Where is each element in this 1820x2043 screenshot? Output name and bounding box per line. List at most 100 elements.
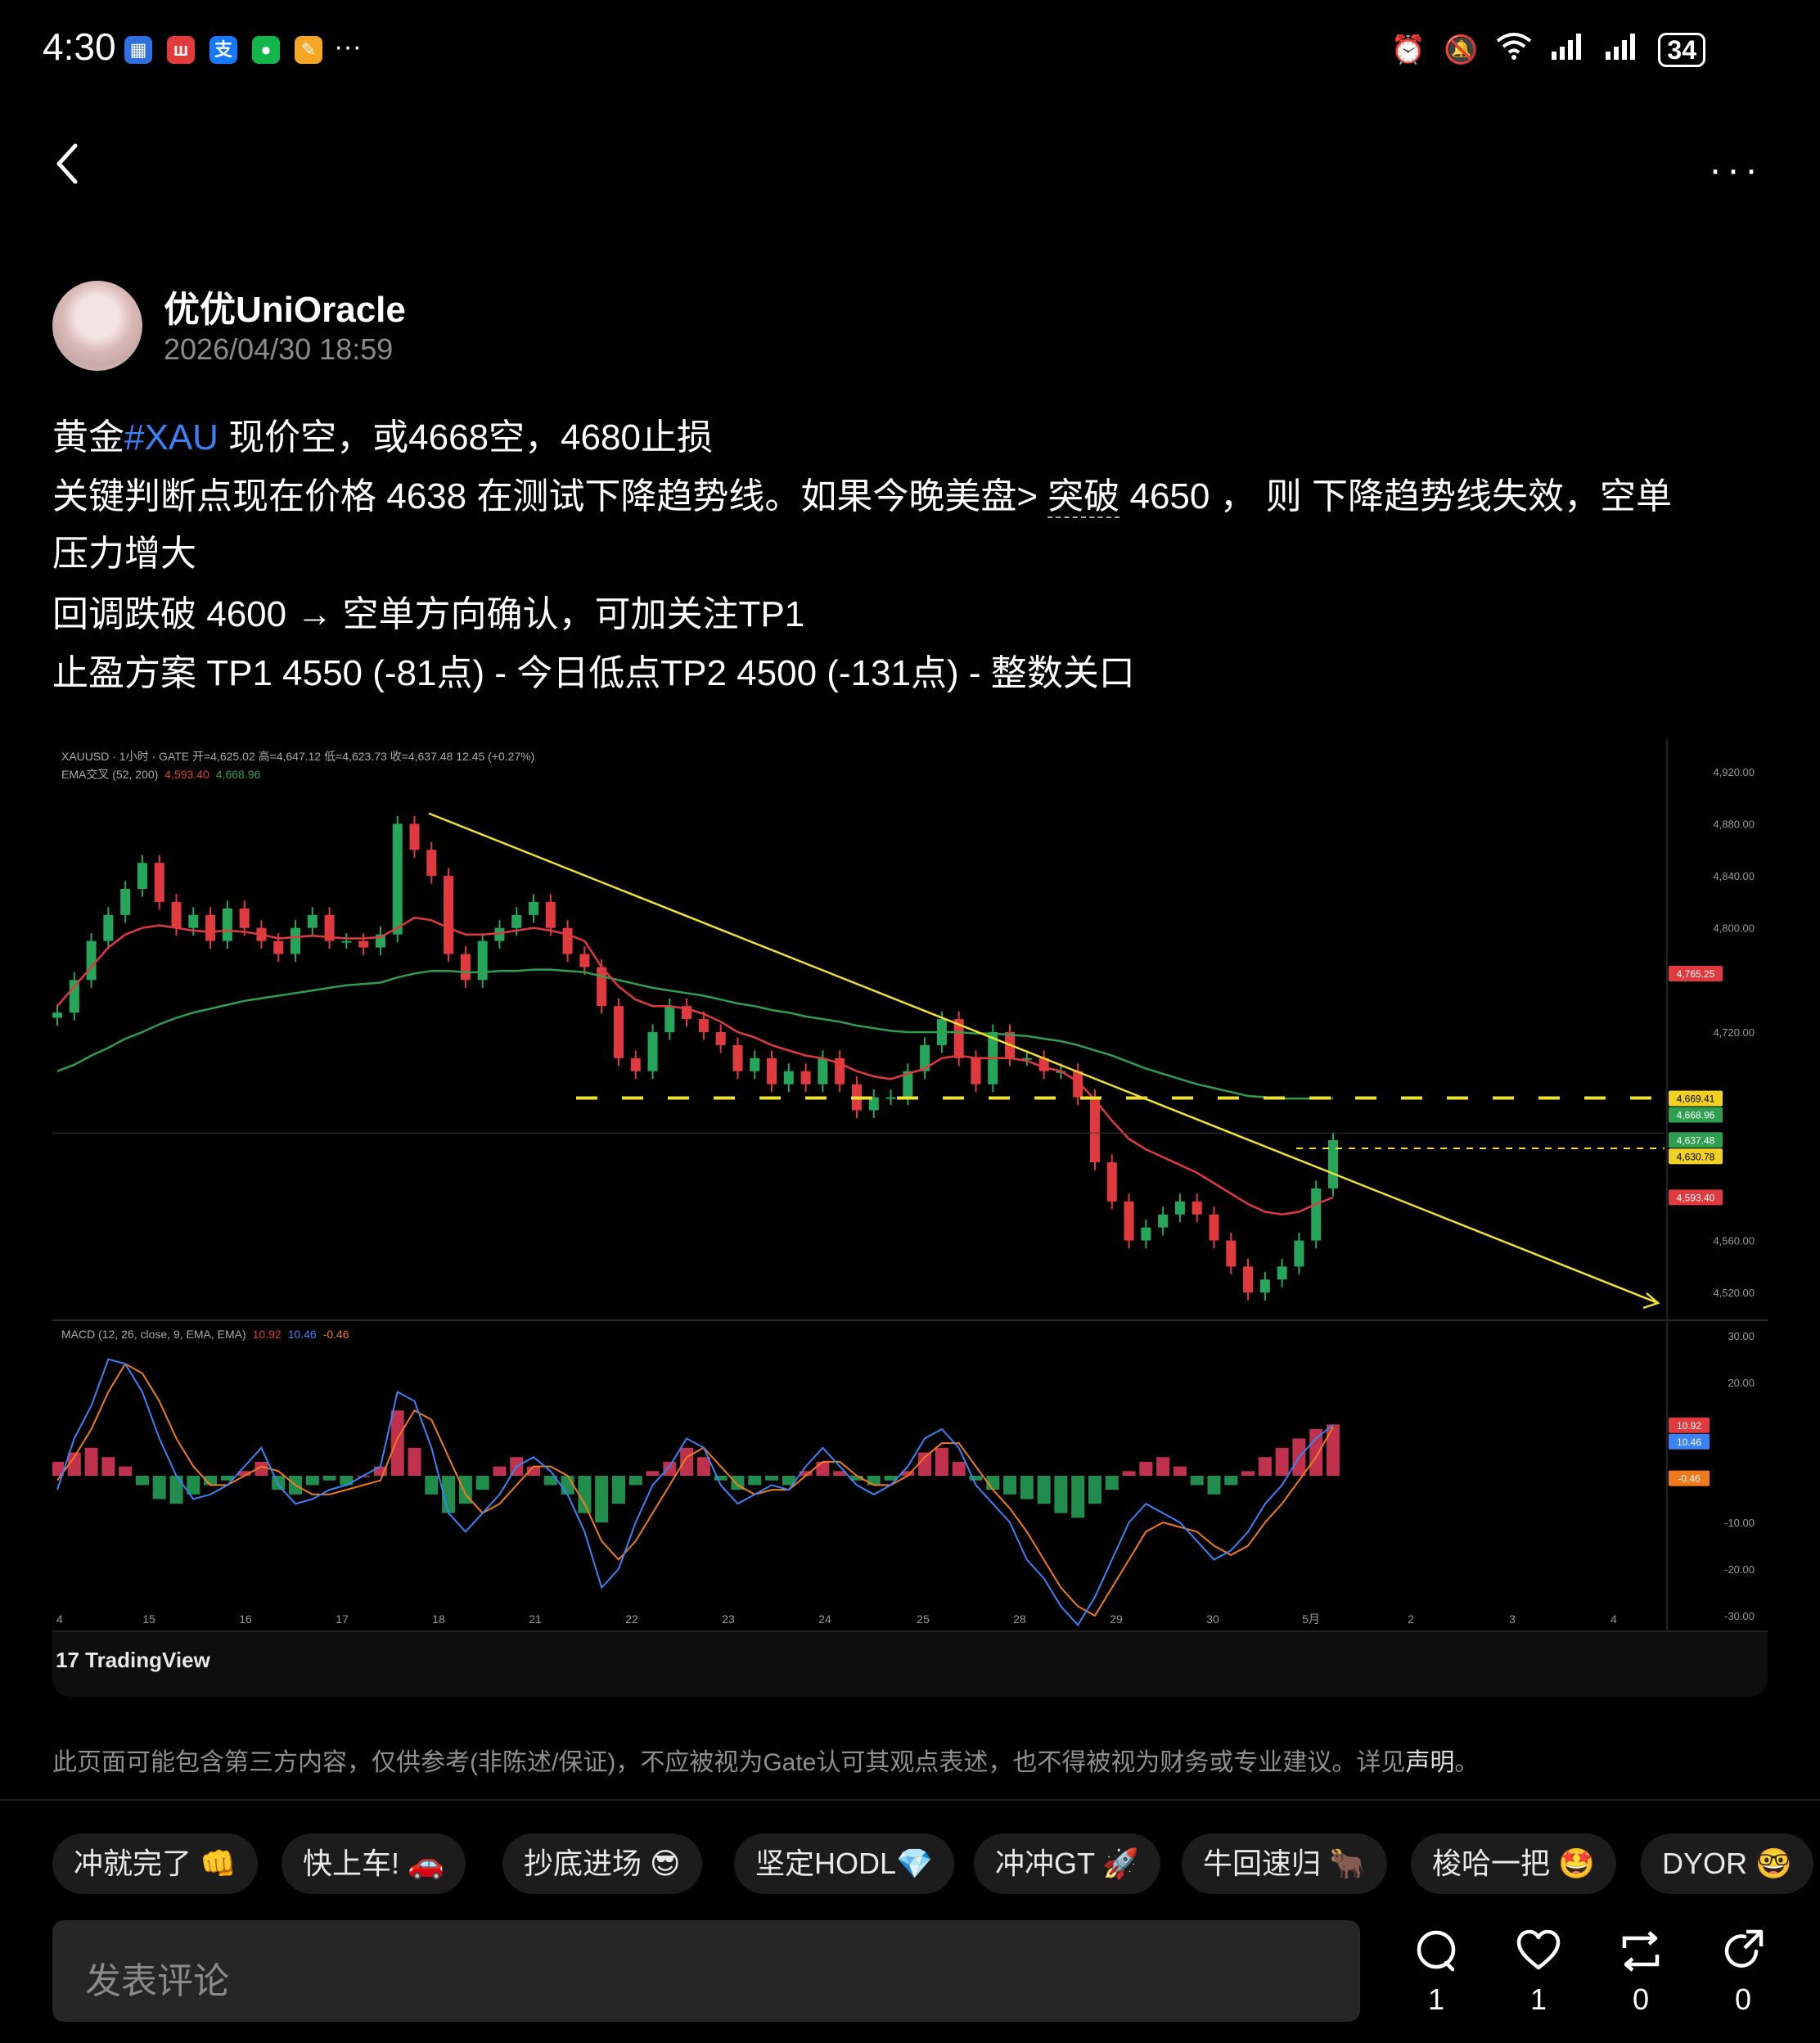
more-notifications-icon: ···: [334, 31, 362, 62]
candle-body: [341, 940, 352, 943]
repost-button[interactable]: 0: [1604, 1928, 1678, 2017]
macd-histogram-bar: [322, 1476, 336, 1481]
macd-histogram-bar: [135, 1476, 149, 1486]
post-text: 关键判断点现在价格 4638 在测试下降趋势线。如果今晚美盘>: [52, 476, 1048, 516]
time-tick-label: 28: [1013, 1612, 1026, 1626]
macd-histogram-bar: [611, 1476, 625, 1504]
candle-body: [579, 954, 590, 967]
time-tick-label: 17: [336, 1612, 349, 1626]
reaction-chip[interactable]: 抄底进场 😎: [502, 1833, 702, 1894]
author-name[interactable]: 优优UniOracle: [164, 280, 406, 332]
candle-body: [171, 901, 182, 928]
macd-histogram-bar: [1309, 1429, 1323, 1476]
candle-body: [750, 1058, 760, 1071]
reaction-chip[interactable]: 坚定HODL💎: [734, 1833, 954, 1894]
time-tick-label: 24: [818, 1612, 831, 1626]
battery-indicator: 34: [1658, 32, 1705, 67]
macd-histogram-bar: [84, 1447, 98, 1476]
candle-body: [630, 1058, 641, 1071]
candle-body: [52, 1012, 62, 1018]
time-tick-label: 21: [529, 1612, 542, 1626]
disclaimer-end: 。: [1454, 1749, 1480, 1776]
like-count: 1: [1529, 1982, 1547, 2016]
candle-body: [120, 889, 131, 915]
avatar[interactable]: [52, 281, 142, 371]
heart-icon: [1516, 1929, 1561, 1970]
reaction-chip[interactable]: 冲就完了 👊: [52, 1833, 258, 1894]
macd-histogram-bar: [340, 1476, 354, 1486]
candle-body: [1259, 1279, 1270, 1293]
candle-body: [698, 1019, 709, 1032]
macd-histogram-bar: [1139, 1461, 1153, 1476]
candle-body: [1158, 1214, 1169, 1228]
candle-body: [1311, 1188, 1322, 1241]
macd-histogram-bar: [1275, 1447, 1289, 1476]
reaction-chip[interactable]: 牛回速归 🐂: [1182, 1833, 1387, 1894]
macd-histogram-bar: [1105, 1476, 1119, 1491]
wifi-icon: [1496, 31, 1532, 68]
macd-histogram-bar: [935, 1447, 948, 1476]
price-tag-label: 4,668.96: [1677, 1109, 1715, 1121]
candle-body: [1192, 1201, 1202, 1215]
candle-body: [613, 1006, 624, 1058]
time-tick-label: 4: [1611, 1612, 1617, 1626]
time-tick-label: 18: [432, 1612, 445, 1626]
disclaimer-text: 此页面可能包含第三方内容，仅供参考(非陈述/保证)，不应被视为Gate认可其观点…: [52, 1749, 1406, 1776]
candle-body: [494, 927, 505, 941]
comment-input[interactable]: 发表评论: [52, 1920, 1360, 2022]
candle-body: [562, 927, 573, 954]
reaction-chip[interactable]: DYOR 🤓: [1641, 1833, 1813, 1894]
macd-histogram-bar: [765, 1476, 779, 1481]
candle-body: [291, 927, 301, 954]
status-icons: ⏰ 🔕 34: [1391, 31, 1705, 68]
hashtag-link[interactable]: #XAU: [124, 417, 218, 458]
post-line-4: 回调跌破 4600 → 空单方向确认，可加关注TP1: [52, 594, 805, 634]
candle-body: [818, 1058, 828, 1085]
time-tick-label: 15: [142, 1612, 155, 1626]
candle-body: [800, 1071, 811, 1085]
macd-histogram-bar: [1173, 1466, 1187, 1476]
macd-histogram-bar: [475, 1476, 489, 1491]
macd-histogram-bar: [1258, 1457, 1272, 1476]
back-button[interactable]: [51, 139, 83, 188]
share-button[interactable]: 0: [1706, 1928, 1780, 2017]
candle-body: [154, 863, 164, 902]
post-line-2: 关键判断点现在价格 4638 在测试下降趋势线。如果今晚美盘> 突破 4650 …: [52, 467, 1672, 519]
time-tick-label: 29: [1110, 1612, 1123, 1626]
candle-body: [188, 914, 199, 928]
candle-body: [69, 980, 79, 1013]
repost-icon: [1622, 1931, 1660, 1972]
term-link[interactable]: 突破: [1047, 476, 1120, 518]
more-options-button[interactable]: ···: [1709, 147, 1763, 192]
reaction-chip[interactable]: 冲冲GT 🚀: [974, 1833, 1161, 1894]
post-text: 黄金: [52, 417, 124, 458]
comment-icon: [1417, 1930, 1456, 1972]
time-tick-label: 22: [625, 1612, 638, 1626]
chart-image[interactable]: 4,920.00 4,880.00 4,840.00 4,800.00 4,720.00…: [52, 739, 1768, 1697]
like-button[interactable]: 1: [1502, 1928, 1575, 2017]
candle-body: [426, 850, 437, 877]
candle-body: [86, 940, 97, 981]
candle-body: [529, 901, 539, 915]
candle-body: [1277, 1266, 1287, 1280]
macd-tick-label: -30.00: [1724, 1610, 1755, 1622]
macd-histogram-bar: [646, 1471, 660, 1476]
candle-body: [1243, 1266, 1254, 1293]
reaction-chip[interactable]: 梭哈一把 🤩: [1411, 1833, 1616, 1894]
chevron-left-icon: [56, 143, 78, 184]
ema-slow-value: 4,668.96: [216, 768, 261, 781]
tradingview-logo: 17 TradingView: [56, 1648, 210, 1672]
ema-label-name: EMA交叉 (52, 200): [61, 768, 158, 781]
disclaimer-link[interactable]: 声明: [1405, 1749, 1454, 1776]
comment-button[interactable]: 1: [1399, 1928, 1473, 2017]
wechat-icon: ●: [252, 36, 280, 64]
price-tick-label: 4,800.00: [1713, 922, 1755, 935]
macd-histogram-bar: [952, 1461, 966, 1476]
price-chart: 4,920.00 4,880.00 4,840.00 4,800.00 4,720.00…: [52, 739, 1768, 1632]
candle-body: [647, 1032, 658, 1071]
post-line-1: 黄金#XAU 现价空，或4668空，4680止损: [52, 408, 713, 460]
macd-histogram-bar: [408, 1447, 421, 1476]
time-tick-label: 2: [1408, 1612, 1414, 1626]
reaction-chip[interactable]: 快上车! 🚗: [282, 1833, 466, 1894]
candle-body: [273, 940, 284, 954]
